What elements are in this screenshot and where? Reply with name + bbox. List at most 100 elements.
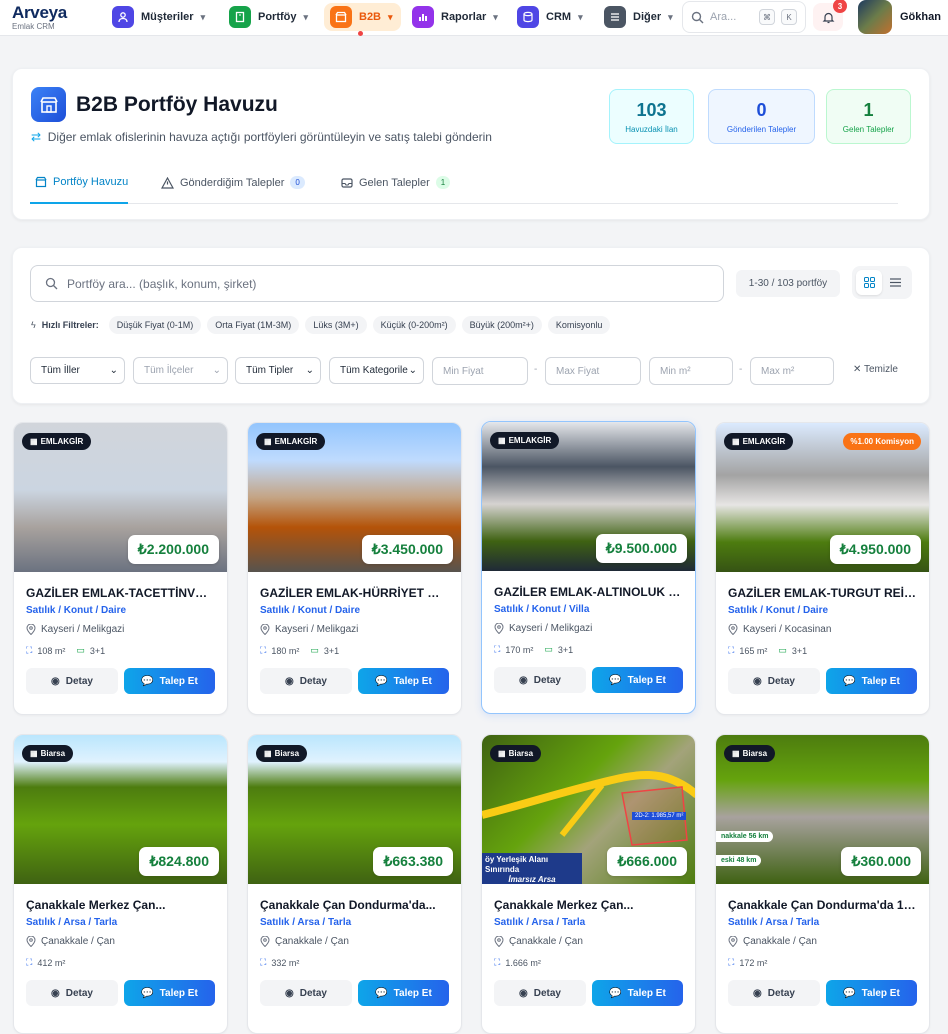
listing-title[interactable]: GAZİLER EMLAK-HÜRRİYET MH... <box>260 586 449 600</box>
eye-icon: ◉ <box>753 987 762 999</box>
portfolio-search-input[interactable]: Portföy ara... (başlık, konum, şirket) <box>30 265 724 302</box>
listing-photo[interactable]: ▦ EMLAKGİR ₺9.500.000 <box>482 422 695 571</box>
request-button[interactable]: 💬 Talep Et <box>591 980 683 1006</box>
tab-received-requests[interactable]: Gelen Talepler 1 <box>341 176 451 189</box>
listing-category: Satılık / Konut / Villa <box>494 604 590 615</box>
source-agency-badge: ▦ EMLAKGİR <box>256 433 326 450</box>
chevron-down-icon: ⌄ <box>305 365 314 376</box>
brand-logo[interactable]: Arveya Emlak CRM <box>12 4 67 32</box>
nav-portfoy[interactable]: Portföy ▾ <box>229 3 308 31</box>
building-icon: ▦ <box>732 437 740 446</box>
listing-photo[interactable]: ▦ EMLAKGİR ₺2.200.000 <box>14 423 227 572</box>
tab-sent-requests[interactable]: Gönderdiğim Talepler 0 <box>161 176 305 189</box>
listing-card[interactable]: ▦ EMLAKGİR %1.00 Komisyon ₺4.950.000 GAZİ… <box>715 422 930 715</box>
area-icon: ⛶ <box>260 645 267 655</box>
avatar[interactable] <box>858 0 892 34</box>
listing-card[interactable]: ▦ EMLAKGİR ₺2.200.000 GAZİLER EMLAK-TACET… <box>13 422 228 715</box>
listing-card[interactable]: 2D-2: 1.985,57 m² öy Yerleşik Alanı Sını… <box>481 734 696 1034</box>
listing-photo[interactable]: ▦ EMLAKGİR %1.00 Komisyon ₺4.950.000 <box>716 423 929 572</box>
listing-card[interactable]: ▦ EMLAKGİR ₺9.500.000 GAZİLER EMLAK-ALTIN… <box>481 421 696 714</box>
listing-title[interactable]: Çanakkale Çan Dondurma'da... <box>260 898 449 912</box>
building-icon: ▦ <box>30 749 38 758</box>
listing-card[interactable]: ▦ Biarsa ₺824.800 Çanakkale Merkez Çan...… <box>13 734 228 1034</box>
grid-view-button[interactable] <box>856 270 882 295</box>
nav-diger[interactable]: Diğer ▾ <box>604 3 673 31</box>
listing-photo[interactable]: ▦ Biarsa ₺663.380 <box>248 735 461 884</box>
request-button-label: Talep Et <box>627 674 666 686</box>
listing-card[interactable]: ▦ Biarsa ₺663.380 Çanakkale Çan Dondurma'… <box>247 734 462 1034</box>
request-button-label: Talep Et <box>861 675 900 687</box>
request-button[interactable]: 💬 Talep Et <box>123 668 215 694</box>
type-select[interactable]: Tüm Tipler ⌄ <box>235 357 321 384</box>
map-caption-line: öy Yerleşik Alanı Sınırında <box>485 855 549 874</box>
min-price-input[interactable]: Min Fiyat <box>432 357 528 385</box>
listing-title[interactable]: GAZİLER EMLAK-ALTINOLUK M... <box>494 585 683 599</box>
listing-location-text: Kayseri / Melikgazi <box>509 623 593 634</box>
min-area-input[interactable]: Min m² <box>649 357 733 385</box>
listing-category: Satılık / Arsa / Tarla <box>728 917 820 928</box>
detail-button[interactable]: ◉ Detay <box>260 668 352 694</box>
active-tab-underline <box>30 202 128 204</box>
stat-value: 103 <box>636 99 667 120</box>
request-button[interactable]: 💬 Talep Et <box>357 668 449 694</box>
listing-title[interactable]: Çanakkale Çan Dondurma'da 13... <box>728 898 917 912</box>
source-agency-badge: ▦ Biarsa <box>490 745 542 762</box>
parcel-label: 2D-2: 1.985,57 m² <box>632 812 687 820</box>
source-agency-name: Biarsa <box>40 749 66 758</box>
tab-portfolio-pool[interactable]: Portföy Havuzu <box>35 176 128 188</box>
request-button[interactable]: 💬 Talep Et <box>357 980 449 1006</box>
request-button-label: Talep Et <box>159 987 198 999</box>
nav-raporlar[interactable]: Raporlar ▾ <box>412 3 498 31</box>
map-caption: öy Yerleşik Alanı Sınırında İmarsız Arsa <box>482 853 582 884</box>
listing-specs: ⛶ 108 m² ▭ 3+1 <box>26 645 215 656</box>
detail-button[interactable]: ◉ Detay <box>494 667 586 693</box>
nav-b2b[interactable]: B2B ▾ <box>324 3 401 31</box>
district-select[interactable]: Tüm İlçeler ⌄ <box>133 357 228 384</box>
quick-filter-chip[interactable]: Büyük (200m²+) <box>461 316 542 334</box>
listing-photo[interactable]: ▦ Biarsa ₺824.800 <box>14 735 227 884</box>
request-button[interactable]: 💬 Talep Et <box>825 980 917 1006</box>
request-button[interactable]: 💬 Talep Et <box>591 667 683 693</box>
request-button[interactable]: 💬 Talep Et <box>123 980 215 1006</box>
detail-button[interactable]: ◉ Detay <box>26 980 118 1006</box>
province-select[interactable]: Tüm İller ⌄ <box>30 357 125 384</box>
nav-crm[interactable]: CRM ▾ <box>517 3 583 31</box>
detail-button-label: Detay <box>299 675 327 687</box>
detail-button[interactable]: ◉ Detay <box>260 980 352 1006</box>
listing-price: ₺360.000 <box>841 847 921 876</box>
bell-icon <box>822 12 834 23</box>
detail-button[interactable]: ◉ Detay <box>494 980 586 1006</box>
quick-filter-chip[interactable]: Orta Fiyat (1M-3M) <box>207 316 300 334</box>
max-price-input[interactable]: Max Fiyat <box>545 357 641 385</box>
category-select[interactable]: Tüm Kategoriler ⌄ <box>329 357 424 384</box>
listing-category: Satılık / Konut / Daire <box>26 605 127 616</box>
listing-location: Çanakkale / Çan <box>494 936 683 947</box>
listing-photo[interactable]: nakkale 56 km eski 48 km ▦ Biarsa ₺360.00… <box>716 735 929 884</box>
detail-button[interactable]: ◉ Detay <box>728 668 820 694</box>
listing-photo[interactable]: ▦ EMLAKGİR ₺3.450.000 <box>248 423 461 572</box>
listing-title[interactable]: Çanakkale Merkez Çan... <box>494 898 683 912</box>
request-button[interactable]: 💬 Talep Et <box>825 668 917 694</box>
quick-filter-chip[interactable]: Küçük (0-200m²) <box>372 316 456 334</box>
listing-title[interactable]: GAZİLER EMLAK-TACETTİNVELİ... <box>26 586 215 600</box>
listing-category: Satılık / Konut / Daire <box>728 605 829 616</box>
global-search[interactable]: Ara... ⌘ K <box>682 1 806 33</box>
clear-filters-button[interactable]: ✕ Temizle <box>853 364 898 375</box>
detail-button[interactable]: ◉ Detay <box>26 668 118 694</box>
list-view-button[interactable] <box>882 270 908 295</box>
listing-title[interactable]: GAZİLER EMLAK-TURGUT REİS... <box>728 586 917 600</box>
quick-filter-chip[interactable]: Komisyonlu <box>547 316 611 334</box>
nav-musteriler[interactable]: Müşteriler ▾ <box>112 3 205 31</box>
list-icon <box>889 278 901 287</box>
listing-card[interactable]: nakkale 56 km eski 48 km ▦ Biarsa ₺360.00… <box>715 734 930 1034</box>
quick-filter-chip[interactable]: Düşük Fiyat (0-1M) <box>108 316 202 334</box>
listing-photo[interactable]: 2D-2: 1.985,57 m² öy Yerleşik Alanı Sını… <box>482 735 695 884</box>
max-area-input[interactable]: Max m² <box>750 357 834 385</box>
user-name[interactable]: Gökhan <box>900 11 941 23</box>
listing-card[interactable]: ▦ EMLAKGİR ₺3.450.000 GAZİLER EMLAK-HÜRRİ… <box>247 422 462 715</box>
detail-button[interactable]: ◉ Detay <box>728 980 820 1006</box>
map-pin-icon <box>26 936 36 947</box>
quick-filter-chip[interactable]: Lüks (3M+) <box>305 316 367 334</box>
view-toggle <box>852 266 912 299</box>
listing-title[interactable]: Çanakkale Merkez Çan... <box>26 898 215 912</box>
